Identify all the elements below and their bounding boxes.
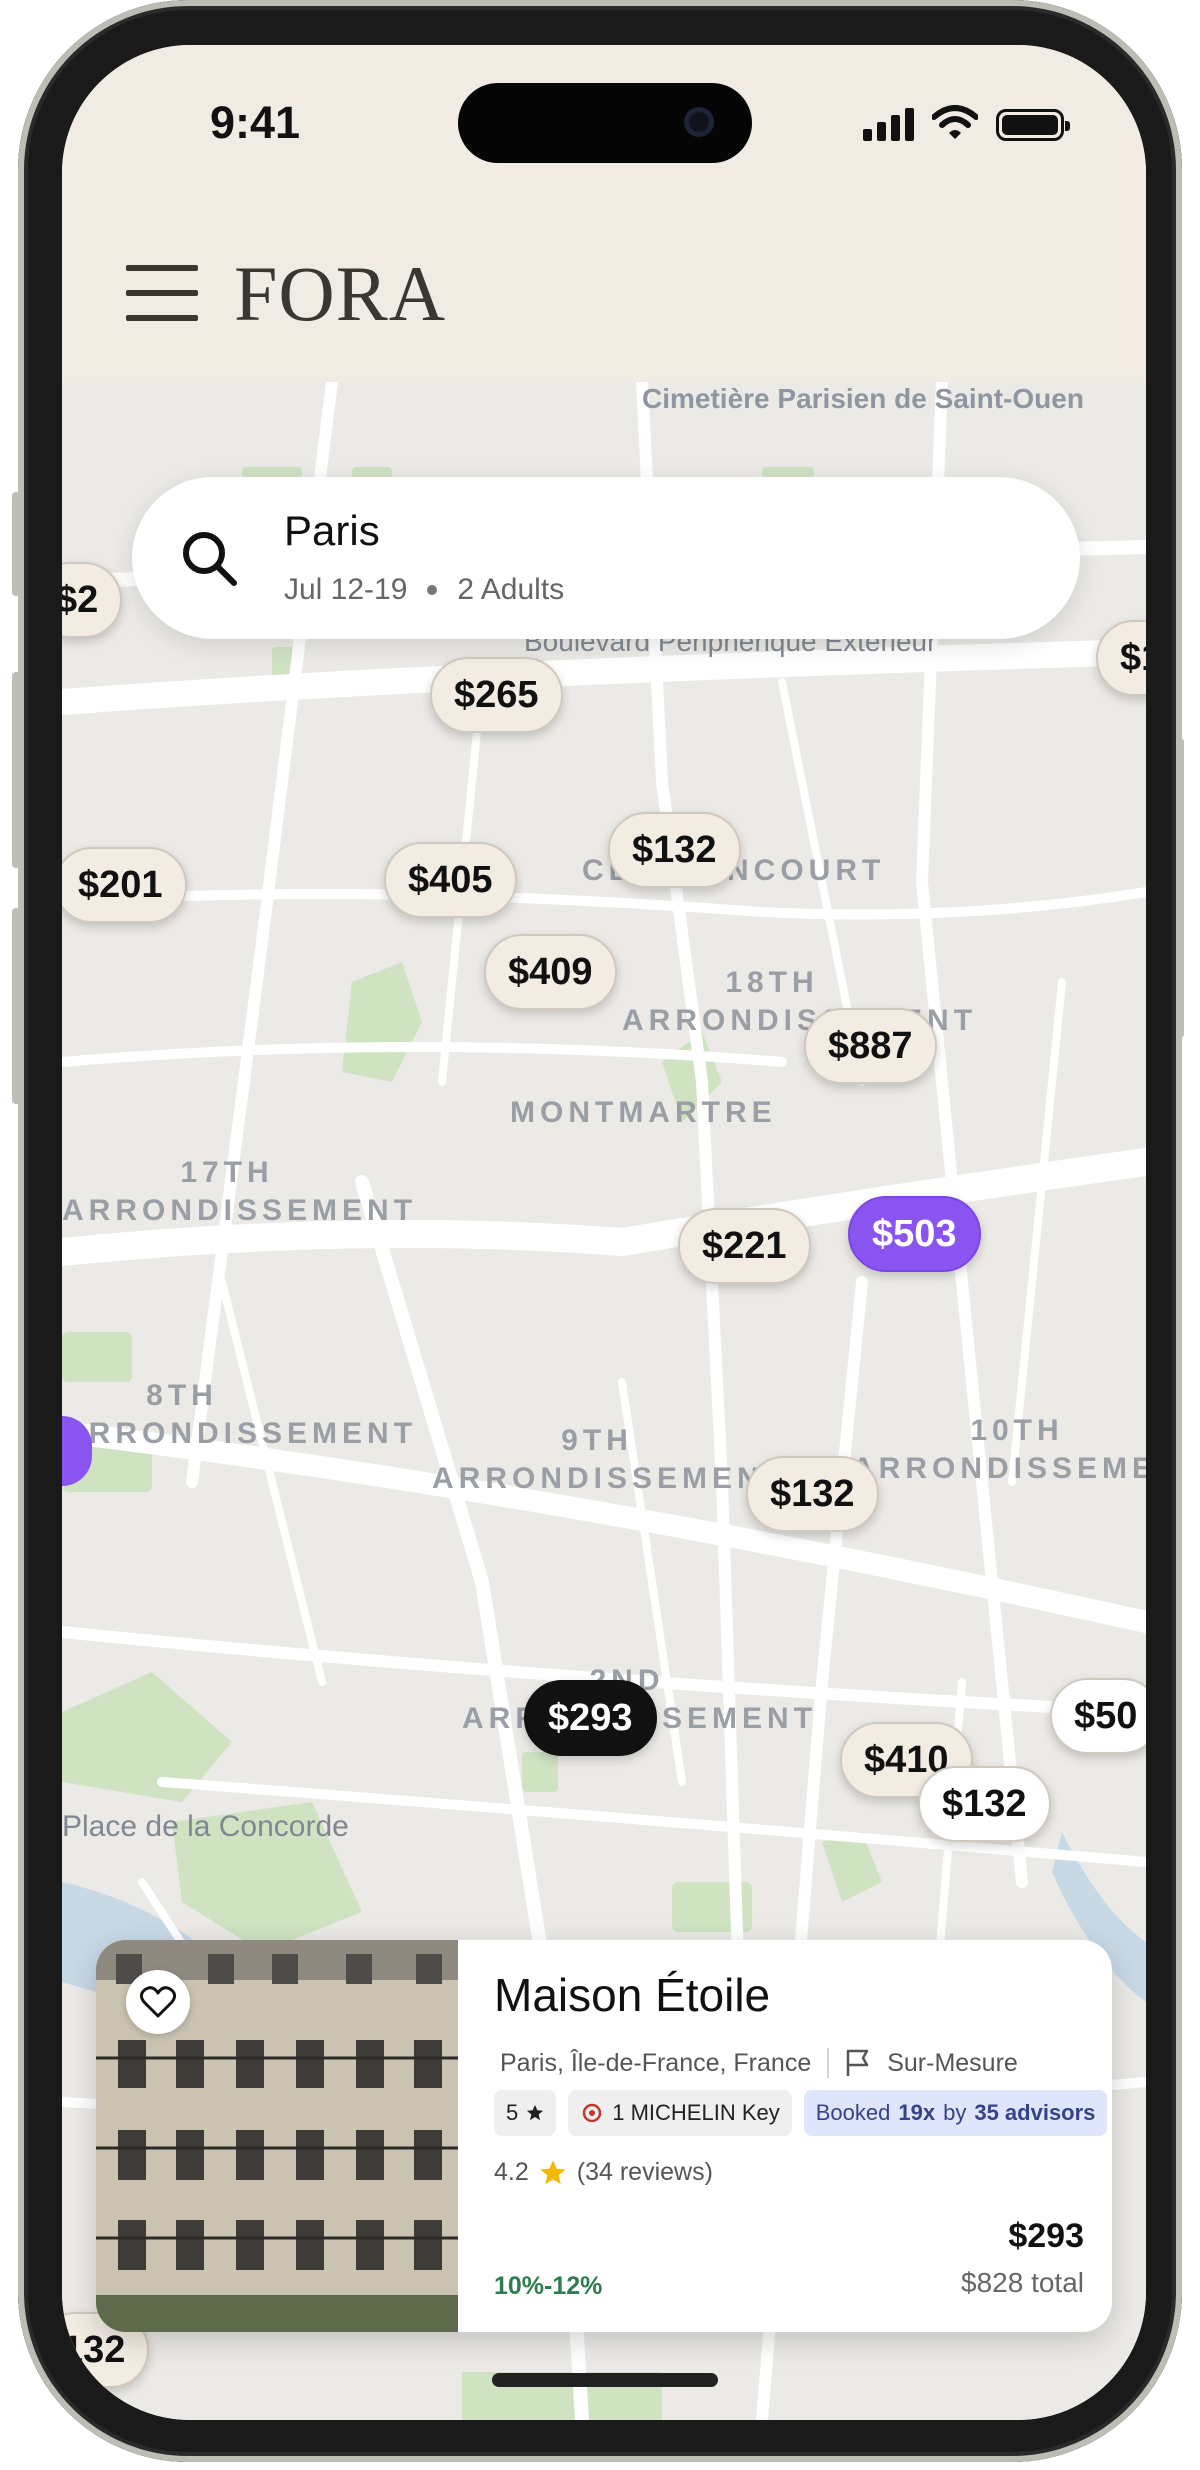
- hotel-name: Maison Étoile: [494, 1969, 771, 2021]
- total-price: $828 total: [961, 2267, 1084, 2298]
- map-label-8th: 8TH ARRONDISSEMENT: [62, 1379, 418, 1450]
- booked-badge: Booked 19x by 35 advisors: [803, 2090, 1108, 2136]
- booked-count: 19x: [898, 2100, 936, 2125]
- favorite-button[interactable]: [126, 1970, 190, 2034]
- review-count: (34 reviews): [576, 2158, 713, 2186]
- screen: 9:41 FORA Cimetière Parisien de Saint-Ou…: [62, 45, 1146, 2420]
- map-label-montmartre: MONTMARTRE: [510, 1096, 777, 1129]
- search-city: Paris: [284, 507, 380, 554]
- search-dates: Jul 12-19: [284, 573, 408, 606]
- price-pin[interactable]: $201: [62, 847, 187, 923]
- menu-icon[interactable]: [126, 265, 198, 321]
- price-pin[interactable]: $405: [384, 842, 517, 918]
- power-button: [1176, 738, 1184, 1038]
- map-label-cimetiere: Cimetière Parisien de Saint-Ouen: [642, 383, 1084, 414]
- price-pin[interactable]: $50: [1050, 1678, 1146, 1754]
- wifi-icon: [932, 105, 978, 139]
- hotel-location-row: Paris, Île-de-France, France Sur-Mesure: [500, 2048, 1018, 2078]
- home-indicator[interactable]: [492, 2373, 718, 2387]
- map-label-9th: 9TH ARRONDISSEMENT: [432, 1424, 788, 1495]
- map-label-10th: 10TH ARRONDISSEMENT: [852, 1414, 1146, 1485]
- separator-dot: [427, 585, 438, 595]
- search-icon: [183, 532, 237, 586]
- rating-value: 4.2: [494, 2158, 529, 2186]
- mute-switch: [12, 492, 20, 596]
- hotel-card[interactable]: Maison Étoile Paris, Île-de-France, Fran…: [96, 1940, 1112, 2332]
- star-rating-value: 5: [506, 2100, 519, 2125]
- status-icons: [863, 105, 1070, 141]
- app-logo: FORA: [234, 250, 447, 337]
- hotel-badges: 5 1 MICHELIN Key Booked 19x by 35 adviso…: [494, 2090, 1108, 2136]
- nightly-price: $293: [1008, 2217, 1084, 2255]
- star-icon: [527, 2104, 544, 2121]
- booked-mid: by: [943, 2100, 967, 2125]
- star-icon: [540, 2159, 566, 2184]
- price-pin[interactable]: $132: [608, 812, 741, 888]
- volume-down-button: [12, 908, 20, 1104]
- search-details: Jul 12-19 2 Adults: [284, 573, 564, 607]
- price-pin-highlighted[interactable]: $503: [848, 1196, 981, 1272]
- michelin-badge: 1 MICHELIN Key: [568, 2090, 792, 2136]
- hotel-rating: 4.2 (34 reviews): [494, 2158, 713, 2187]
- map-label-17th: 17TH ARRONDISSEMENT: [62, 1156, 418, 1227]
- price-pin[interactable]: $221: [678, 1208, 811, 1284]
- search-bar[interactable]: Paris Jul 12-19 2 Adults: [132, 477, 1080, 639]
- map-label-concorde: Place de la Concorde: [62, 1810, 349, 1843]
- battery-icon: [996, 109, 1070, 141]
- divider: [827, 2048, 830, 2078]
- price-pin-selected[interactable]: $293: [524, 1680, 657, 1756]
- price-pin[interactable]: $409: [484, 934, 617, 1010]
- flag-icon: [846, 2049, 869, 2076]
- search-guests: 2 Adults: [457, 573, 565, 606]
- dynamic-island: [458, 83, 752, 163]
- star-rating-badge: 5: [494, 2090, 557, 2136]
- michelin-key-icon: [583, 2103, 602, 2123]
- price-pin[interactable]: $265: [430, 657, 563, 733]
- heart-icon: [140, 1986, 176, 2018]
- status-time: 9:41: [210, 97, 301, 148]
- price-pin[interactable]: $132: [746, 1456, 879, 1532]
- michelin-label: 1 MICHELIN Key: [612, 2100, 780, 2125]
- commission-range: 10%-12%: [494, 2272, 603, 2300]
- booked-prefix: Booked: [815, 2100, 891, 2125]
- signal-icon: [863, 107, 914, 141]
- price-pin[interactable]: $132: [918, 1766, 1051, 1842]
- hotel-location: Paris, Île-de-France, France: [500, 2048, 812, 2077]
- hotel-program: Sur-Mesure: [887, 2048, 1018, 2077]
- volume-up-button: [12, 672, 20, 868]
- price-pin[interactable]: $887: [804, 1008, 937, 1084]
- booked-advisors: 35 advisors: [974, 2100, 1096, 2125]
